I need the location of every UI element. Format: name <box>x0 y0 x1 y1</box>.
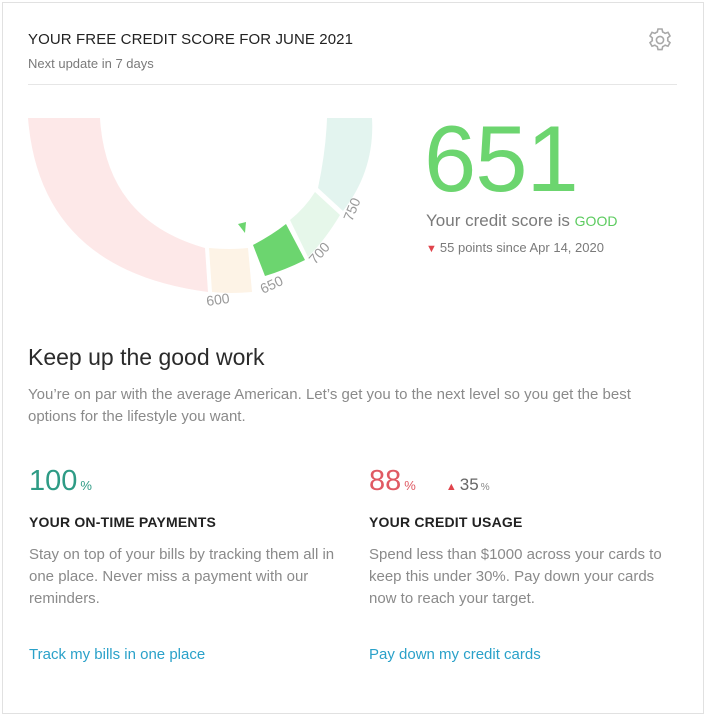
metric-value: 100 <box>29 465 78 497</box>
advice-description: You’re on par with the average American.… <box>28 386 631 425</box>
header-divider <box>28 84 677 85</box>
credit-usage-text: Spend less than $1000 across your cards … <box>369 546 662 607</box>
gauge-pointer-icon <box>238 222 246 233</box>
credit-usage-delta: ▲ 35% <box>446 475 490 494</box>
delta-value: 35 <box>459 475 479 494</box>
triangle-down-icon: ▼ <box>426 243 437 255</box>
advice-heading: Keep up the good work <box>28 344 265 370</box>
on-time-payments-title: YOUR ON-TIME PAYMENTS <box>29 514 216 530</box>
gauge-segment-excellent <box>318 118 373 211</box>
credit-usage-title: YOUR CREDIT USAGE <box>369 514 523 530</box>
credit-score-label-prefix: Your credit score is <box>426 211 570 230</box>
credit-score-rating: GOOD <box>574 213 618 229</box>
metric-unit: % <box>404 478 416 493</box>
credit-usage-value: 88% ▲ 35% <box>369 467 490 496</box>
pay-down-cards-link[interactable]: Pay down my credit cards <box>369 646 541 663</box>
card-title: YOUR FREE CREDIT SCORE FOR JUNE 2021 <box>28 31 354 48</box>
gauge-tick-label: 600 <box>205 290 231 309</box>
score-change: ▼ 55 points since Apr 14, 2020 <box>426 240 604 255</box>
metric-unit: % <box>80 478 92 493</box>
credit-score-gauge: 600 650 700 750 <box>0 110 420 330</box>
triangle-up-icon: ▲ <box>445 481 457 493</box>
next-update-text: Next update in 7 days <box>28 56 154 71</box>
score-change-text: 55 points since Apr 14, 2020 <box>439 240 604 255</box>
credit-score-value: 651 <box>424 106 579 211</box>
gauge-segment-fair <box>209 248 252 293</box>
metric-value: 88 <box>369 465 402 497</box>
on-time-payments-value: 100% <box>29 467 92 496</box>
gauge-segment-poor <box>28 118 208 292</box>
on-time-payments-text: Stay on top of your bills by tracking th… <box>29 546 335 607</box>
delta-unit: % <box>480 482 490 493</box>
credit-score-label: Your credit score is GOOD <box>426 211 617 231</box>
gear-icon[interactable] <box>647 27 673 53</box>
track-bills-link[interactable]: Track my bills in one place <box>29 646 205 663</box>
gauge-tick-label: 650 <box>258 272 286 296</box>
